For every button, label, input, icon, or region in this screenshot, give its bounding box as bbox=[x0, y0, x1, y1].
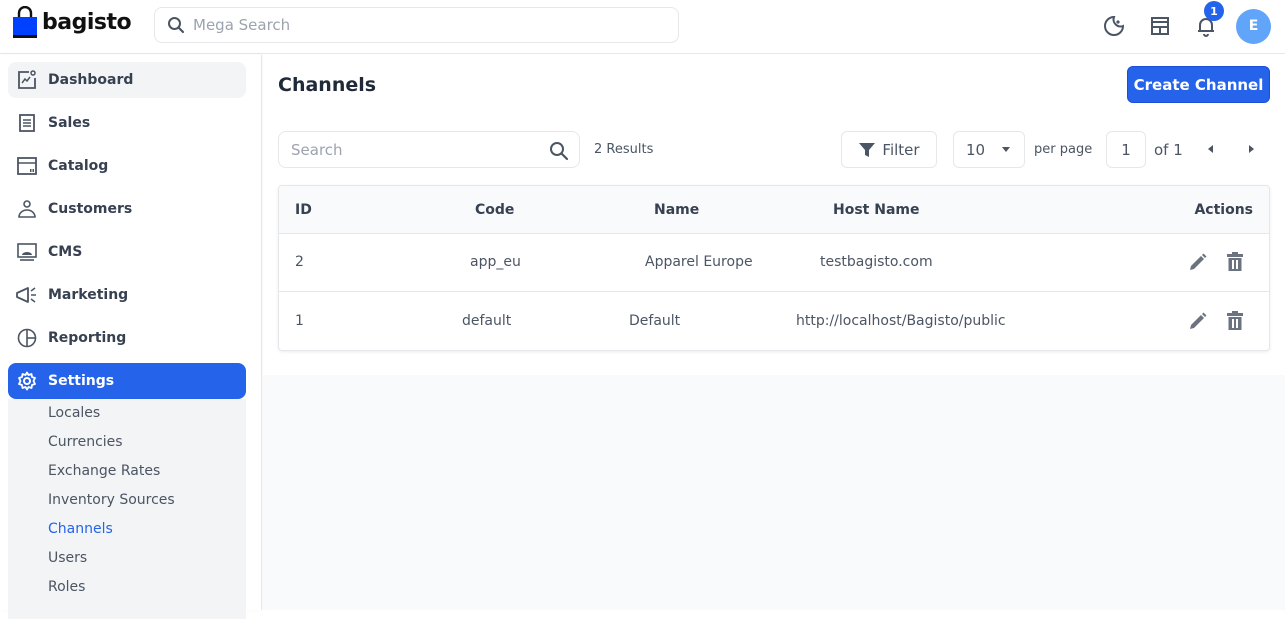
cell-name: Default bbox=[629, 313, 681, 329]
delete-button[interactable] bbox=[1224, 310, 1246, 332]
submenu-item-roles[interactable]: Roles bbox=[48, 579, 85, 595]
submenu-item-locales[interactable]: Locales bbox=[48, 405, 100, 421]
column-header-id[interactable]: ID bbox=[295, 202, 312, 218]
top-bar: bagisto Mega Search 1 E bbox=[0, 0, 1285, 54]
sidebar-item-dashboard[interactable]: Dashboard bbox=[8, 62, 246, 98]
sidebar-item-label: Settings bbox=[48, 373, 115, 389]
channels-table: ID Code Name Host Name Actions 2 app_eu … bbox=[278, 185, 1270, 351]
per-page-value: 10 bbox=[966, 140, 986, 159]
settings-submenu: Locales Currencies Exchange Rates Invent… bbox=[8, 399, 246, 619]
edit-button[interactable] bbox=[1187, 251, 1209, 273]
datagrid-search-input[interactable] bbox=[291, 140, 541, 159]
sidebar-item-label: Customers bbox=[48, 201, 133, 217]
caret-down-icon bbox=[1002, 147, 1010, 152]
catalog-icon bbox=[16, 155, 38, 177]
edit-button[interactable] bbox=[1187, 310, 1209, 332]
filter-label: Filter bbox=[882, 140, 920, 159]
cell-id: 2 bbox=[295, 254, 304, 270]
submenu-item-exchange-rates[interactable]: Exchange Rates bbox=[48, 463, 160, 479]
brand-name: bagisto bbox=[42, 9, 132, 35]
header-actions: 1 E bbox=[1086, 1, 1271, 44]
shopping-bag-icon bbox=[13, 6, 37, 38]
sidebar-item-reporting[interactable]: Reporting bbox=[8, 320, 246, 356]
per-page-select[interactable]: 10 bbox=[953, 131, 1025, 168]
column-header-code[interactable]: Code bbox=[475, 202, 514, 218]
mega-search-input[interactable] bbox=[193, 16, 653, 34]
sidebar-item-cms[interactable]: CMS bbox=[8, 234, 246, 270]
sidebar-item-label: Marketing bbox=[48, 287, 129, 303]
sidebar-item-label: CMS bbox=[48, 244, 83, 260]
user-avatar[interactable]: E bbox=[1236, 8, 1271, 44]
storefront-icon bbox=[1151, 17, 1169, 35]
current-page-input[interactable] bbox=[1106, 131, 1146, 168]
next-page-button[interactable] bbox=[1243, 141, 1259, 157]
reporting-icon bbox=[16, 327, 38, 349]
channels-panel: Channels Create Channel 2 Results Filter… bbox=[263, 55, 1285, 375]
submenu-item-users[interactable]: Users bbox=[48, 550, 87, 566]
settings-icon bbox=[16, 370, 38, 392]
sidebar-item-label: Reporting bbox=[48, 330, 127, 346]
page-title: Channels bbox=[278, 74, 377, 96]
filter-icon bbox=[859, 142, 876, 157]
filter-button[interactable]: Filter bbox=[841, 131, 937, 168]
results-count: 2 Results bbox=[594, 142, 654, 157]
cms-icon bbox=[16, 241, 38, 263]
sidebar-item-settings[interactable]: Settings bbox=[8, 363, 246, 399]
sales-icon bbox=[16, 112, 38, 134]
mega-search-box[interactable] bbox=[154, 7, 679, 43]
storefront-button[interactable] bbox=[1142, 8, 1178, 44]
cell-host-name: testbagisto.com bbox=[820, 254, 933, 270]
datagrid-search-box[interactable] bbox=[278, 131, 580, 168]
notification-count-badge: 1 bbox=[1204, 1, 1224, 21]
dark-mode-toggle[interactable] bbox=[1096, 8, 1132, 44]
sidebar-item-catalog[interactable]: Catalog bbox=[8, 148, 246, 184]
sidebar-item-label: Dashboard bbox=[48, 72, 134, 88]
create-channel-button[interactable]: Create Channel bbox=[1127, 66, 1270, 103]
table-row: 2 app_eu Apparel Europe testbagisto.com bbox=[279, 234, 1269, 292]
cell-name: Apparel Europe bbox=[645, 254, 753, 270]
cell-host-name: http://localhost/Bagisto/public bbox=[796, 313, 1006, 329]
submenu-item-inventory-sources[interactable]: Inventory Sources bbox=[48, 492, 175, 508]
sidebar-item-label: Catalog bbox=[48, 158, 109, 174]
submenu-item-currencies[interactable]: Currencies bbox=[48, 434, 123, 450]
delete-button[interactable] bbox=[1224, 251, 1246, 273]
marketing-icon bbox=[16, 284, 38, 306]
per-page-label: per page bbox=[1034, 142, 1093, 157]
previous-page-button[interactable] bbox=[1202, 141, 1218, 157]
table-row: 1 default Default http://localhost/Bagis… bbox=[279, 293, 1269, 350]
dark-mode-icon bbox=[1104, 15, 1125, 36]
table-header: ID Code Name Host Name Actions bbox=[279, 186, 1269, 234]
column-header-host-name[interactable]: Host Name bbox=[833, 202, 919, 218]
brand-logo[interactable]: bagisto bbox=[12, 6, 132, 38]
trash-icon bbox=[1227, 252, 1243, 271]
pencil-icon bbox=[1190, 312, 1207, 329]
trash-icon bbox=[1227, 311, 1243, 330]
search-icon bbox=[168, 17, 185, 34]
sidebar: Dashboard Sales Catalog Customers CMS Ma… bbox=[0, 55, 262, 619]
cell-code: app_eu bbox=[470, 254, 521, 270]
cell-code: default bbox=[462, 313, 512, 329]
main-content: Channels Create Channel 2 Results Filter… bbox=[263, 55, 1285, 610]
sidebar-item-sales[interactable]: Sales bbox=[8, 105, 246, 141]
column-header-name[interactable]: Name bbox=[654, 202, 699, 218]
customers-icon bbox=[16, 198, 38, 220]
pencil-icon bbox=[1190, 253, 1207, 270]
caret-left-icon bbox=[1207, 145, 1213, 153]
submenu-item-channels[interactable]: Channels bbox=[48, 521, 113, 537]
page-total: of 1 bbox=[1154, 141, 1183, 159]
sidebar-item-customers[interactable]: Customers bbox=[8, 191, 246, 227]
cell-id: 1 bbox=[295, 313, 304, 329]
sidebar-item-label: Sales bbox=[48, 115, 91, 131]
search-icon[interactable] bbox=[549, 141, 569, 161]
dashboard-icon bbox=[16, 69, 38, 91]
notifications-button[interactable]: 1 bbox=[1188, 1, 1224, 44]
caret-right-icon bbox=[1248, 145, 1254, 153]
sidebar-item-marketing[interactable]: Marketing bbox=[8, 277, 246, 313]
column-header-actions: Actions bbox=[1194, 202, 1253, 218]
